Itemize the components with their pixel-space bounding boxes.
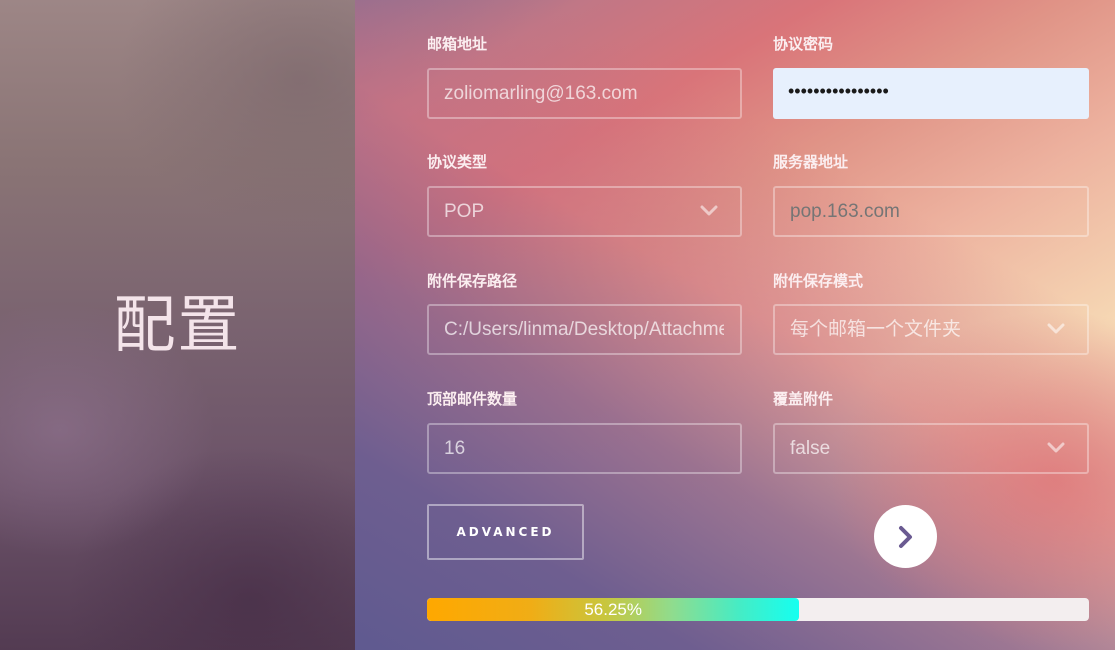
server-input[interactable] <box>790 188 1070 235</box>
overwrite-label: 覆盖附件 <box>773 390 834 408</box>
attachment-mode-label: 附件保存模式 <box>773 272 864 290</box>
overwrite-select[interactable]: false <box>773 423 1089 474</box>
overwrite-selected-value: false <box>790 438 831 459</box>
advanced-button[interactable]: ADVANCED <box>427 504 584 560</box>
protocol-selected-value: POP <box>444 201 485 222</box>
top-count-label: 顶部邮件数量 <box>427 390 518 408</box>
chevron-down-icon <box>1047 323 1065 334</box>
chevron-down-icon <box>700 205 718 216</box>
password-field-box: •••••••••••••••• <box>773 68 1089 119</box>
top-count-input[interactable] <box>444 425 724 472</box>
server-label: 服务器地址 <box>773 153 849 171</box>
password-label: 协议密码 <box>773 35 834 53</box>
server-field-box <box>773 186 1089 237</box>
protocol-select[interactable]: POP <box>427 186 742 237</box>
email-input[interactable] <box>444 70 724 117</box>
attachment-mode-select[interactable]: 每个邮箱一个文件夹 <box>773 304 1089 355</box>
top-count-field-box <box>427 423 742 474</box>
chevron-down-icon <box>1047 442 1065 453</box>
email-label: 邮箱地址 <box>427 35 488 53</box>
progress-bar: 56.25% <box>427 598 1089 621</box>
attachment-mode-selected-value: 每个邮箱一个文件夹 <box>790 318 962 340</box>
progress-label: 56.25% <box>584 600 643 619</box>
password-input[interactable]: •••••••••••••••• <box>788 68 1058 115</box>
next-button[interactable] <box>874 505 937 568</box>
attachment-path-field-box <box>427 304 742 355</box>
attachment-path-input[interactable] <box>444 306 724 353</box>
chevron-right-icon <box>898 525 912 548</box>
protocol-label: 协议类型 <box>427 153 488 171</box>
email-field-box <box>427 68 742 119</box>
attachment-path-label: 附件保存路径 <box>427 272 518 290</box>
config-window: 配置 邮箱地址 协议密码 •••••••••••••••• 协议类型 POP 服… <box>0 0 1115 650</box>
config-form: 邮箱地址 协议密码 •••••••••••••••• 协议类型 POP 服务器地… <box>0 0 1115 650</box>
